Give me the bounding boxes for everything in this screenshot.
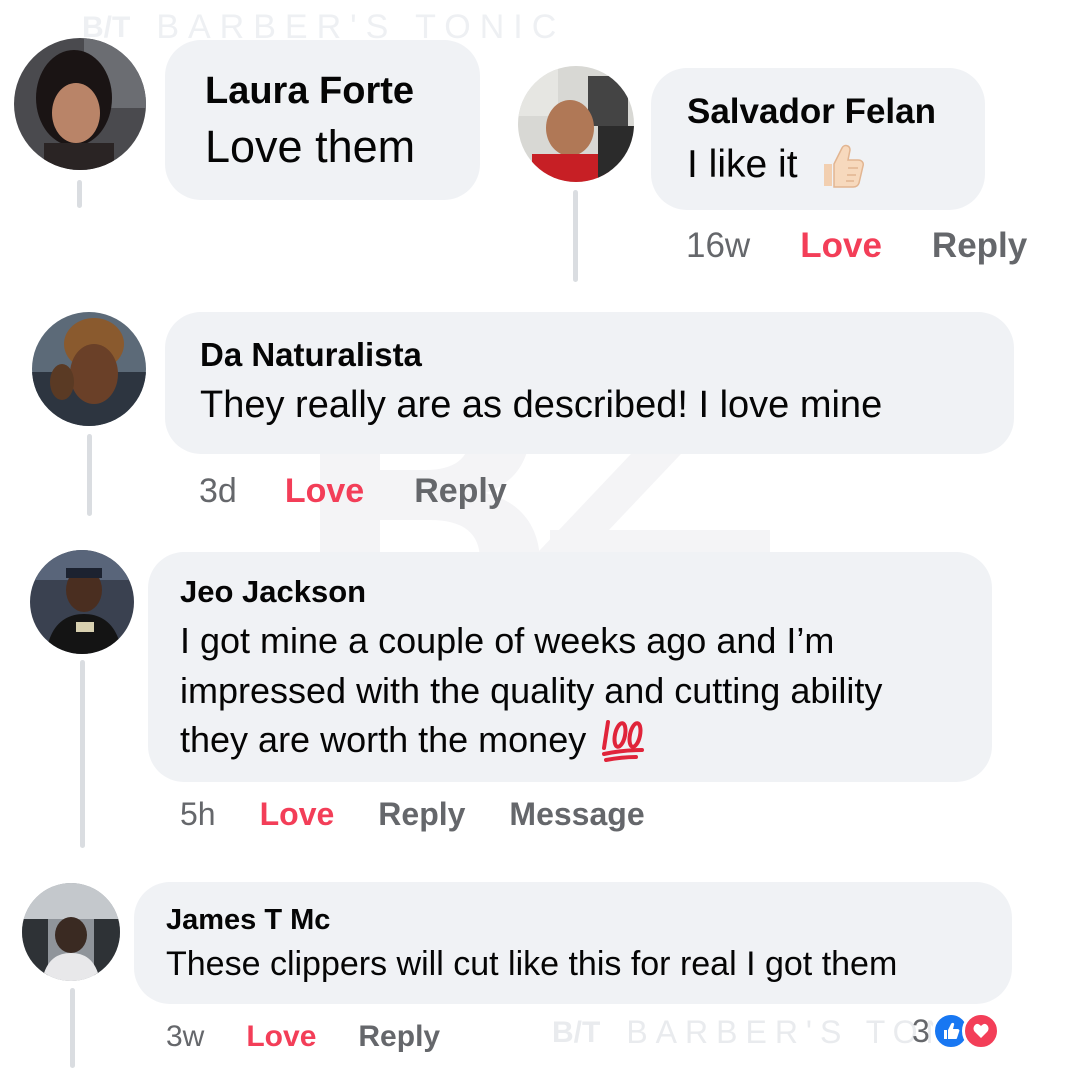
comment-author[interactable]: Salvador Felan [687,92,985,132]
avatar-image [518,66,634,182]
comment-timestamp[interactable]: 5h [180,796,216,833]
avatar-image [30,550,134,654]
comment-author[interactable]: Jeo Jackson [180,574,992,610]
thread-line [80,660,85,848]
thread-line [87,434,92,516]
avatar-da-naturalista[interactable] [32,312,146,426]
comment-bubble-jeo-jackson[interactable]: Jeo Jackson I got mine a couple of weeks… [148,552,992,782]
avatar-salvador-felan[interactable] [518,66,634,182]
comment-timestamp[interactable]: 3w [166,1020,204,1054]
comment-actions: 16w Love Reply [686,226,1027,266]
comment-text: I like it [687,143,798,186]
comment-bubble-laura-forte[interactable]: Laura Forte Love them [165,40,480,200]
comment-actions: 3w Love Reply [166,1020,440,1054]
comment-timestamp[interactable]: 3d [199,472,237,511]
comment-timestamp[interactable]: 16w [686,226,750,266]
heart-icon [961,1012,1000,1050]
thread-line [70,988,75,1068]
comment-actions: 3d Love Reply [199,472,507,511]
comment-bubble-da-naturalista[interactable]: Da Naturalista They really are as descri… [165,312,1014,454]
thread-line [573,190,578,282]
avatar-image [22,883,120,981]
comment-actions: 5h Love Reply Message [180,796,645,833]
reply-button[interactable]: Reply [414,472,507,511]
reply-button[interactable]: Reply [378,796,465,833]
comment-text-line-3: they are worth the money [180,719,587,760]
love-reaction-button[interactable]: Love [246,1020,316,1054]
watermark-logo-small: B/T [552,1015,601,1049]
comment-text: Love them [205,121,416,172]
comment-text: They really are as described! I love min… [200,384,883,426]
comment-text-line-2: impressed with the quality and cutting a… [180,670,883,711]
love-reaction-button[interactable]: Love [260,796,335,833]
avatar-laura-forte[interactable] [14,38,146,170]
love-reaction-button[interactable]: Love [800,226,882,266]
reaction-summary[interactable]: 3 [912,1012,1000,1050]
reply-button[interactable]: Reply [358,1020,440,1054]
thread-line [77,180,82,208]
thumbs-up-icon [823,144,864,188]
comment-bubble-salvador-felan[interactable]: Salvador Felan I like it [651,68,985,210]
reply-button[interactable]: Reply [932,226,1027,266]
comment-author[interactable]: Da Naturalista [200,336,1014,374]
avatar-jeo-jackson[interactable] [30,550,134,654]
hundred-points-icon [602,720,645,762]
reaction-count: 3 [912,1012,930,1049]
comment-text-line-1: I got mine a couple of weeks ago and I’m [180,620,835,661]
avatar-james-t-mc[interactable] [22,883,120,981]
comment-author[interactable]: Laura Forte [205,70,480,113]
comment-author[interactable]: James T Mc [166,904,1012,937]
comment-text: These clippers will cut like this for re… [166,945,898,983]
message-button[interactable]: Message [509,796,644,833]
comment-bubble-james-t-mc[interactable]: James T Mc These clippers will cut like … [134,882,1012,1004]
love-reaction-button[interactable]: Love [285,472,364,511]
avatar-image [14,38,146,170]
avatar-image [32,312,146,426]
